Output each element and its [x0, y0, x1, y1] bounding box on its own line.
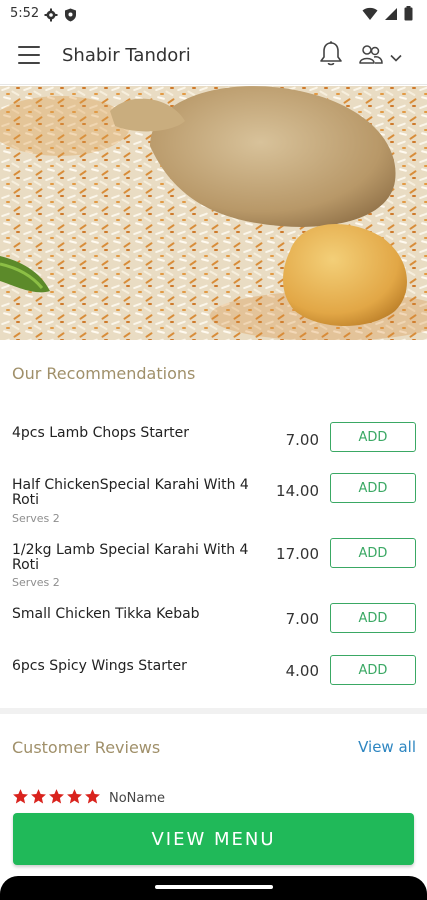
item-price: 7.00: [285, 431, 319, 449]
battery-icon: [404, 6, 413, 25]
bell-icon[interactable]: [318, 40, 344, 70]
item-name: 1/2kg Lamb Special Karahi With 4 Roti: [12, 542, 249, 573]
item-price: 14.00: [276, 482, 319, 500]
reviews-title: Customer Reviews: [12, 738, 161, 757]
item-name: Small Chicken Tikka Kebab: [12, 606, 200, 622]
section-divider: [0, 708, 427, 714]
signal-icon: [384, 6, 398, 25]
user-group-icon: [358, 43, 384, 69]
reviewer-name: NoName: [109, 791, 166, 806]
item-price: 4.00: [285, 662, 319, 680]
star-rating: [12, 788, 101, 805]
user-menu-button[interactable]: [358, 42, 412, 70]
status-bar: 5:52: [0, 0, 427, 30]
add-button[interactable]: ADD: [330, 538, 416, 568]
add-button[interactable]: ADD: [330, 603, 416, 633]
add-button[interactable]: ADD: [330, 422, 416, 452]
item-name: Half ChickenSpecial Karahi With 4 Roti: [12, 477, 249, 508]
page-title: Shabir Tandori: [62, 45, 191, 66]
gear-icon: [44, 7, 58, 26]
home-indicator[interactable]: [155, 885, 273, 889]
recommendations-title: Our Recommendations: [12, 364, 196, 383]
shield-icon: [64, 7, 77, 26]
item-price: 17.00: [276, 545, 319, 563]
system-navigation-bar: [0, 876, 427, 900]
chevron-down-icon: [390, 47, 402, 66]
item-name: 6pcs Spicy Wings Starter: [12, 658, 187, 674]
status-time: 5:52: [10, 6, 40, 21]
item-price: 7.00: [285, 610, 319, 628]
item-name: 4pcs Lamb Chops Starter: [12, 425, 190, 441]
star-icon: [31, 789, 46, 804]
view-all-link[interactable]: View all: [358, 738, 416, 756]
item-serves: Serves 2: [12, 512, 60, 525]
star-icon: [67, 789, 82, 804]
hamburger-menu-icon[interactable]: [18, 46, 40, 64]
add-button[interactable]: ADD: [330, 473, 416, 503]
add-button[interactable]: ADD: [330, 655, 416, 685]
star-icon: [49, 789, 64, 804]
wifi-icon: [362, 6, 378, 25]
app-bar: Shabir Tandori: [0, 30, 427, 85]
view-menu-button[interactable]: VIEW MENU: [13, 813, 414, 865]
hero-food-image: [0, 86, 427, 340]
item-serves: Serves 2: [12, 576, 60, 589]
star-icon: [13, 789, 28, 804]
star-icon: [85, 789, 100, 804]
